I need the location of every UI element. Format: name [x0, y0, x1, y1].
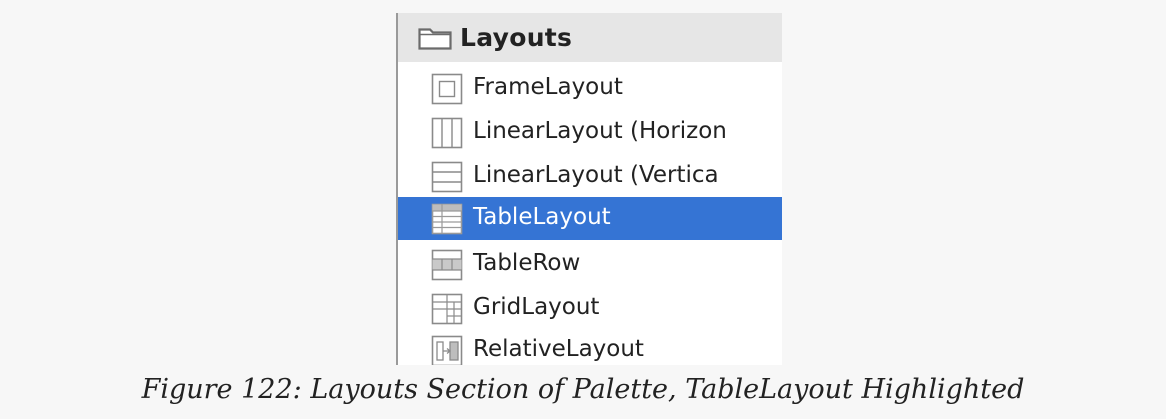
section-title: Layouts	[460, 23, 573, 52]
palette-item-label: TableRow	[473, 250, 581, 276]
palette-item-linear-layout-vertical[interactable]: LinearLayout (Vertica	[398, 155, 782, 198]
palette-item-linear-layout-horizontal[interactable]: LinearLayout (Horizon	[398, 111, 782, 154]
linear-layout-vertical-icon	[431, 161, 463, 193]
linear-layout-horizontal-icon	[431, 117, 463, 149]
table-layout-icon	[431, 203, 463, 235]
palette-item-label: RelativeLayout	[473, 336, 644, 362]
palette-item-label: LinearLayout (Horizon	[473, 118, 727, 144]
relative-layout-icon	[431, 335, 463, 365]
palette-item-relative-layout[interactable]: RelativeLayout	[398, 329, 782, 365]
palette-item-table-row[interactable]: TableRow	[398, 243, 782, 286]
layouts-section-header[interactable]: Layouts	[398, 13, 782, 62]
palette-item-label: LinearLayout (Vertica	[473, 162, 719, 188]
folder-icon	[418, 28, 452, 50]
palette-panel: Layouts FrameLayout LinearLayout (Horizo…	[396, 13, 782, 365]
palette-item-label: TableLayout	[473, 204, 611, 230]
palette-item-label: FrameLayout	[473, 74, 623, 100]
palette-item-grid-layout[interactable]: GridLayout	[398, 287, 782, 330]
palette-item-table-layout[interactable]: TableLayout	[398, 197, 782, 240]
table-row-icon	[431, 249, 463, 281]
palette-item-label: GridLayout	[473, 294, 600, 320]
grid-layout-icon	[431, 293, 463, 325]
frame-layout-icon	[431, 73, 463, 105]
palette-item-frame-layout[interactable]: FrameLayout	[398, 67, 782, 110]
figure-caption: Figure 122: Layouts Section of Palette, …	[141, 374, 1025, 405]
